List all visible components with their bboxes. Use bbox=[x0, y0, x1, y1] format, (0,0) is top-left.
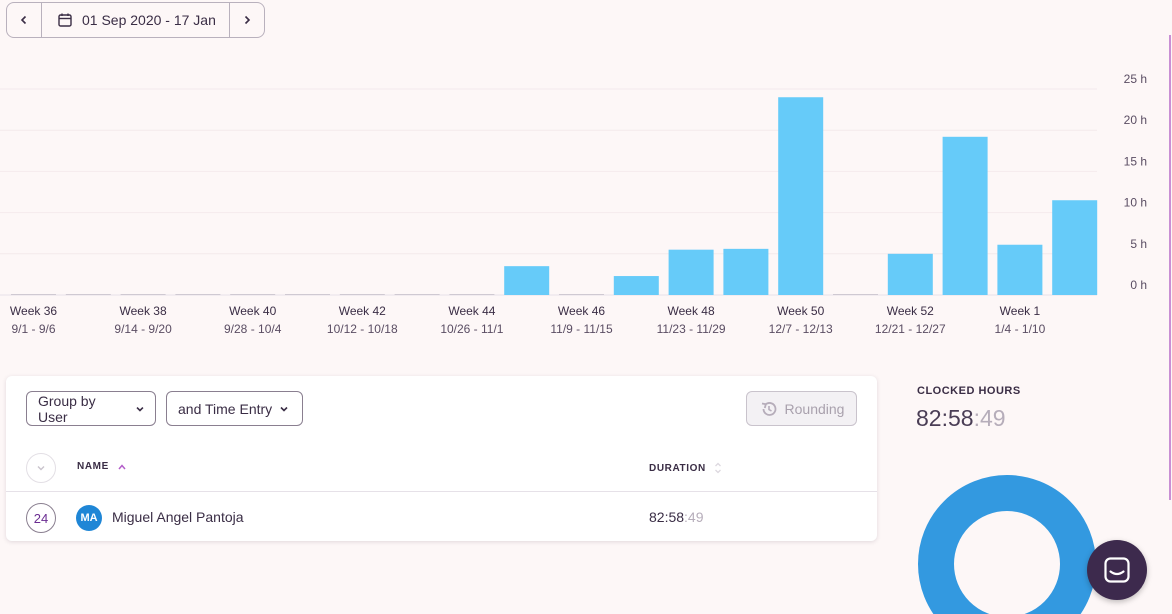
name-column-label: NAME bbox=[77, 461, 109, 472]
date-range-picker: 01 Sep 2020 - 17 Jan bbox=[6, 2, 265, 38]
row-duration-seconds: :49 bbox=[684, 509, 704, 525]
x-week-label: Week 38 bbox=[120, 304, 167, 318]
group-by-label: Group by User bbox=[38, 392, 96, 425]
x-week-label: Week 50 bbox=[777, 304, 824, 318]
chevron-left-icon bbox=[20, 15, 27, 25]
x-week-label: Week 42 bbox=[339, 304, 386, 318]
table-row[interactable]: 24 MA Miguel Angel Pantoja 82:58:49 bbox=[6, 492, 877, 541]
then-by-label: and Time Entry bbox=[178, 400, 273, 417]
donut-ring bbox=[918, 475, 1096, 614]
y-tick-label: 25 h bbox=[1124, 72, 1147, 86]
chart-bar[interactable] bbox=[1052, 200, 1098, 295]
chart-bar[interactable] bbox=[997, 244, 1043, 295]
chart-bar[interactable] bbox=[613, 276, 659, 295]
then-by-dropdown[interactable]: and Time Entry bbox=[166, 391, 303, 426]
scroll-accent-line bbox=[1169, 35, 1171, 500]
clocked-hours-donut bbox=[918, 475, 1096, 614]
clocked-hours-label: CLOCKED HOURS bbox=[917, 385, 1021, 397]
duration-column-label: DURATION bbox=[649, 462, 706, 474]
x-range-label: 10/12 - 10/18 bbox=[327, 322, 398, 336]
chat-launcher-button[interactable] bbox=[1087, 540, 1147, 600]
row-duration-main: 82:58 bbox=[649, 509, 685, 525]
chevron-down-icon bbox=[280, 406, 288, 412]
x-range-label: 9/1 - 9/6 bbox=[11, 322, 55, 336]
x-range-label: 12/7 - 12/13 bbox=[769, 322, 833, 336]
chart-svg: 25 h 20 h 15 h 10 h 5 h 0 h Week 36 9/1 - 9/6 We… bbox=[0, 72, 1147, 336]
y-tick-label: 5 h bbox=[1130, 237, 1147, 251]
y-tick-label: 15 h bbox=[1124, 154, 1147, 168]
chevron-right-icon bbox=[244, 15, 251, 25]
group-by-dropdown[interactable]: Group by User bbox=[26, 391, 156, 426]
x-range-label: 1/4 - 1/10 bbox=[995, 322, 1046, 336]
expand-all-toggle[interactable] bbox=[26, 453, 56, 483]
sort-icon bbox=[714, 462, 721, 474]
date-range-display[interactable]: 01 Sep 2020 - 17 Jan bbox=[42, 3, 229, 37]
x-range-label: 9/14 - 9/20 bbox=[114, 322, 172, 336]
previous-range-button[interactable] bbox=[7, 3, 42, 37]
x-week-label: Week 44 bbox=[448, 304, 495, 318]
chevron-down-icon bbox=[136, 406, 144, 412]
entry-count-badge[interactable]: 24 bbox=[26, 503, 56, 533]
x-range-label: 10/26 - 11/1 bbox=[440, 322, 503, 336]
chart-bar[interactable] bbox=[778, 97, 824, 296]
x-week-label: Week 1 bbox=[1000, 304, 1041, 318]
report-table-card: Group by User and Time Entry Rounding NA… bbox=[6, 376, 877, 541]
rounding-label: Rounding bbox=[784, 400, 845, 417]
x-range-label: 12/21 - 12/27 bbox=[875, 322, 946, 336]
chat-icon bbox=[1104, 557, 1130, 583]
row-duration: 82:58:49 bbox=[649, 509, 704, 525]
y-tick-label: 20 h bbox=[1124, 113, 1147, 127]
chevron-down-icon bbox=[37, 466, 45, 471]
x-week-label: Week 48 bbox=[668, 304, 715, 318]
x-week-label: Week 52 bbox=[887, 304, 934, 318]
date-range-label: 01 Sep 2020 - 17 Jan bbox=[82, 12, 216, 28]
x-week-label: Week 46 bbox=[558, 304, 605, 318]
x-week-label: Week 36 bbox=[10, 304, 57, 318]
x-range-label: 11/23 - 11/29 bbox=[657, 322, 726, 336]
clocked-hours-main: 82:58 bbox=[916, 405, 974, 431]
chart-bar[interactable] bbox=[887, 253, 933, 295]
calendar-icon bbox=[58, 13, 72, 27]
user-name: Miguel Angel Pantoja bbox=[112, 509, 244, 525]
avatar: MA bbox=[76, 505, 102, 531]
clocked-hours-seconds: :49 bbox=[973, 405, 1006, 431]
duration-column-header[interactable]: DURATION bbox=[649, 461, 722, 475]
chart-bar[interactable] bbox=[942, 136, 988, 295]
x-range-label: 11/9 - 11/15 bbox=[550, 322, 613, 336]
weekly-hours-chart: 25 h 20 h 15 h 10 h 5 h 0 h Week 36 9/1 - 9/6 We… bbox=[0, 0, 1172, 345]
chart-bar[interactable] bbox=[668, 249, 714, 295]
history-icon bbox=[761, 401, 776, 416]
name-column-header[interactable]: NAME bbox=[77, 461, 127, 472]
x-range-label: 9/28 - 10/4 bbox=[224, 322, 282, 336]
rounding-button[interactable]: Rounding bbox=[746, 391, 857, 426]
chart-bar[interactable] bbox=[504, 266, 550, 295]
y-tick-label: 0 h bbox=[1130, 278, 1147, 292]
sort-ascending-icon bbox=[118, 463, 126, 469]
x-week-label: Week 40 bbox=[229, 304, 276, 318]
y-tick-label: 10 h bbox=[1124, 196, 1147, 210]
clocked-hours-value: 82:58:49 bbox=[916, 405, 1006, 432]
next-range-button[interactable] bbox=[229, 3, 264, 37]
chart-bar[interactable] bbox=[723, 248, 769, 295]
